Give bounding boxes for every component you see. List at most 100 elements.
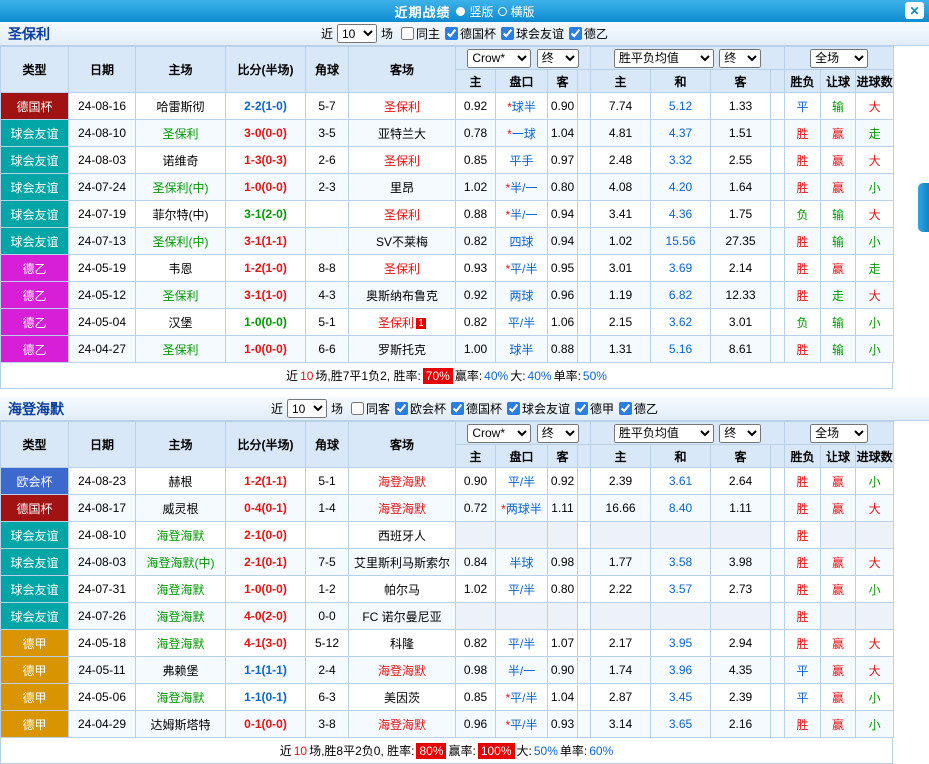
euro-home-odds-cell: 1.31 [591, 336, 651, 363]
scope-select[interactable]: 全场 [810, 424, 868, 443]
handicap-line-cell: *球半 [496, 93, 548, 120]
score-cell: 4-1(3-0) [226, 630, 306, 657]
horizontal-radio-label[interactable]: 横版 [511, 3, 535, 20]
col-euro-home: 主 [591, 70, 651, 93]
filter-option[interactable]: 球会友谊 [501, 25, 564, 42]
filter-option[interactable]: 德国杯 [445, 25, 496, 42]
filter-checkbox[interactable] [575, 402, 588, 415]
euro-home-odds-cell: 1.74 [591, 657, 651, 684]
section-away-team: 海登海默 近 10 场 同客欧会杯德国杯球会友谊德甲德乙 类型 日期 主场 比分… [0, 397, 929, 764]
col-result: 胜负 [785, 445, 821, 468]
filter-label: 球会友谊 [522, 400, 570, 417]
avg-final-select[interactable]: 终 [719, 424, 761, 443]
handicap-final-select[interactable]: 终 [537, 424, 579, 443]
scope-select[interactable]: 全场 [810, 49, 868, 68]
filter-checkbox[interactable] [507, 402, 520, 415]
handicap-away-odds-cell: 0.97 [548, 147, 578, 174]
favorite-star: * [501, 502, 506, 516]
home-team-cell: 圣保利 [136, 336, 226, 363]
league-cell: 德乙 [1, 255, 69, 282]
handicap-away-odds-cell: 0.93 [548, 711, 578, 738]
spacer-cell [771, 309, 785, 336]
filter-label: 德乙 [634, 400, 658, 417]
close-button[interactable]: ✕ [905, 2, 924, 19]
cover-result-cell: 赢 [821, 468, 856, 495]
filter-bar: 近 10 场 同主德国杯球会友谊德乙 [321, 24, 608, 43]
filter-checkbox[interactable] [395, 402, 408, 415]
euro-draw-odds-cell: 3.65 [651, 711, 711, 738]
euro-home-odds-cell: 2.17 [591, 630, 651, 657]
score-cell: 1-2(1-0) [226, 255, 306, 282]
spacer-cell [578, 120, 591, 147]
match-count-select[interactable]: 10 [337, 24, 377, 43]
handicap-home-odds-cell: 1.02 [456, 174, 496, 201]
spacer-cell [771, 201, 785, 228]
away-team-cell: FC 诺尔曼尼亚 [349, 603, 456, 630]
col-away: 客场 [349, 47, 456, 93]
filter-option[interactable]: 同客 [351, 400, 390, 417]
league-cell: 德国杯 [1, 93, 69, 120]
goals-result-cell: 大 [856, 201, 894, 228]
euro-home-odds-cell: 1.77 [591, 549, 651, 576]
handicap-home-odds-cell: 0.82 [456, 630, 496, 657]
col-handicap-home: 主 [456, 70, 496, 93]
avg-odds-select[interactable]: 胜平负均值 [614, 49, 714, 68]
away-team-cell: 帕尔马 [349, 576, 456, 603]
odds-source-select[interactable]: Crow* [467, 424, 531, 443]
match-row: 球会友谊24-08-10海登海默2-1(0-0)西班牙人胜 [1, 522, 894, 549]
spacer-col [771, 445, 785, 468]
spacer-cell [578, 630, 591, 657]
match-row: 德甲24-05-06海登海默1-1(0-1)6-3美因茨0.85*平/半1.04… [1, 684, 894, 711]
away-team-cell: 海登海默 [349, 657, 456, 684]
date-cell: 24-05-12 [69, 282, 136, 309]
filter-option[interactable]: 欧会杯 [395, 400, 446, 417]
filter-option[interactable]: 德国杯 [451, 400, 502, 417]
score-cell: 0-1(0-0) [226, 711, 306, 738]
spacer-cell [578, 711, 591, 738]
filter-option[interactable]: 德甲 [575, 400, 614, 417]
date-cell: 24-05-19 [69, 255, 136, 282]
result-cell: 胜 [785, 576, 821, 603]
vertical-radio-label[interactable]: 竖版 [469, 3, 493, 20]
home-team-cell: 赫根 [136, 468, 226, 495]
avg-odds-select[interactable]: 胜平负均值 [614, 424, 714, 443]
away-team-cell: 艾里斯利马斯索尔 [349, 549, 456, 576]
match-row: 球会友谊24-08-03海登海默(中)2-1(0-1)7-5艾里斯利马斯索尔0.… [1, 549, 894, 576]
spacer-cell [771, 603, 785, 630]
filter-checkbox[interactable] [451, 402, 464, 415]
result-cell: 胜 [785, 282, 821, 309]
cover-result-cell: 输 [821, 309, 856, 336]
filter-checkbox[interactable] [445, 27, 458, 40]
filter-option[interactable]: 球会友谊 [507, 400, 570, 417]
filter-option[interactable]: 德乙 [569, 25, 608, 42]
match-count-select[interactable]: 10 [287, 399, 327, 418]
league-cell: 德乙 [1, 282, 69, 309]
score-cell: 1-0(0-0) [226, 336, 306, 363]
filter-checkbox[interactable] [619, 402, 632, 415]
avg-final-select[interactable]: 终 [719, 49, 761, 68]
score-cell: 3-0(0-0) [226, 120, 306, 147]
away-team-cell: 圣保利 [349, 93, 456, 120]
filter-checkbox[interactable] [351, 402, 364, 415]
spacer-cell [771, 522, 785, 549]
horizontal-radio[interactable] [498, 7, 507, 16]
cover-result-cell: 输 [821, 201, 856, 228]
odds-source-select[interactable]: Crow* [467, 49, 531, 68]
col-cover: 让球 [821, 70, 856, 93]
filter-checkbox[interactable] [501, 27, 514, 40]
average-controls: 胜平负均值 终 [591, 422, 785, 445]
league-cell: 德甲 [1, 711, 69, 738]
filter-checkbox[interactable] [401, 27, 414, 40]
side-panel-handle[interactable] [918, 183, 929, 232]
vertical-radio[interactable] [456, 7, 465, 16]
handicap-home-odds-cell: 0.93 [456, 255, 496, 282]
filter-option[interactable]: 德乙 [619, 400, 658, 417]
filter-option[interactable]: 同主 [401, 25, 440, 42]
spacer-cell [578, 468, 591, 495]
handicap-home-odds-cell: 0.82 [456, 309, 496, 336]
spacer-cell [578, 147, 591, 174]
filter-checkbox[interactable] [569, 27, 582, 40]
handicap-final-select[interactable]: 终 [537, 49, 579, 68]
home-team-cell: 圣保利 [136, 120, 226, 147]
euro-draw-odds-cell: 15.56 [651, 228, 711, 255]
